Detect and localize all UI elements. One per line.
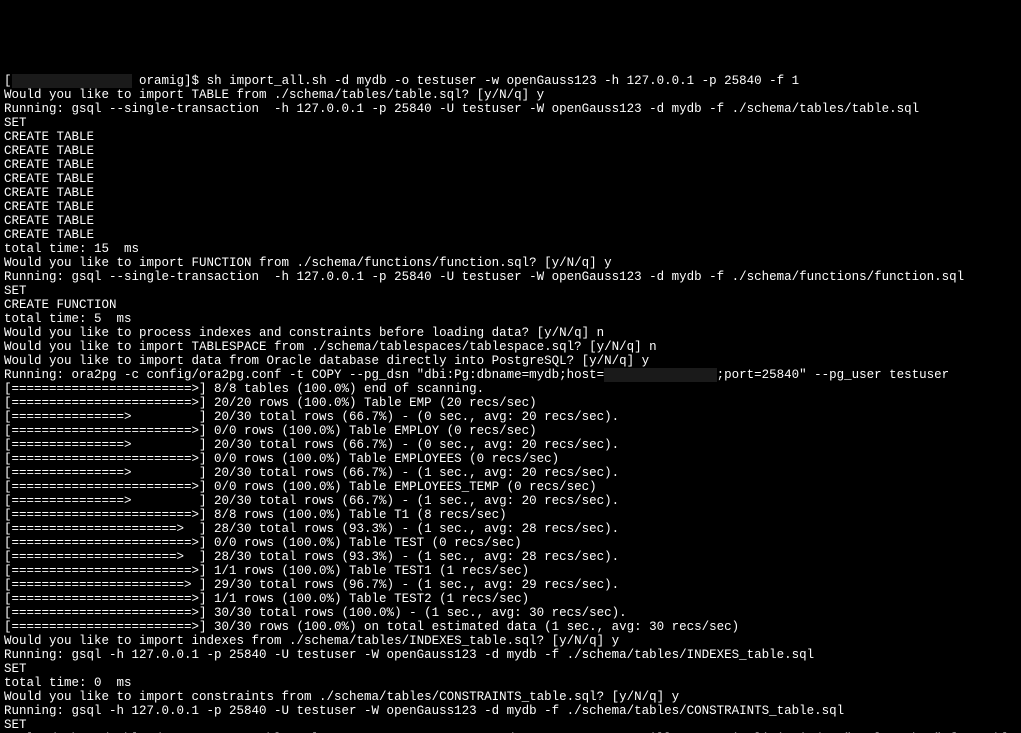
redacted-host-2 [604, 368, 717, 382]
output-line: Running: gsql -h 127.0.0.1 -p 25840 -U t… [4, 648, 1017, 662]
output-line: Would you like to import indexes from ./… [4, 634, 1017, 648]
output-line: Running: gsql -h 127.0.0.1 -p 25840 -U t… [4, 704, 1017, 718]
output-line: Would you like to import TABLE from ./sc… [4, 88, 1017, 102]
output-line: SET [4, 116, 1017, 130]
prompt-path: oramig]$ [132, 74, 207, 88]
progress-line: [========================>] 30/30 total … [4, 606, 1017, 620]
output-line: gsql:./schema/tables/CONSTRAINTS_table.s… [4, 732, 1017, 733]
output-line: Running: ora2pg -c config/ora2pg.conf -t… [4, 368, 1017, 382]
progress-line: [======================> ] 28/30 total r… [4, 522, 1017, 536]
output-line: Would you like to import constraints fro… [4, 690, 1017, 704]
output-line: CREATE TABLE [4, 214, 1017, 228]
output-line: Would you like to import TABLESPACE from… [4, 340, 1017, 354]
output-line: Would you like to process indexes and co… [4, 326, 1017, 340]
output-line: CREATE TABLE [4, 130, 1017, 144]
progress-line: [========================>] 30/30 rows (… [4, 620, 1017, 634]
output-line: CREATE TABLE [4, 228, 1017, 242]
output-line: Running: gsql --single-transaction -h 12… [4, 270, 1017, 284]
output-line: total time: 0 ms [4, 676, 1017, 690]
output-line: total time: 15 ms [4, 242, 1017, 256]
ora2pg-run-a: Running: ora2pg -c config/ora2pg.conf -t… [4, 368, 604, 382]
terminal-output[interactable]: [ oramig]$ sh import_all.sh -d mydb -o t… [0, 70, 1021, 733]
output-line: total time: 5 ms [4, 312, 1017, 326]
output-line: CREATE TABLE [4, 144, 1017, 158]
progress-line: [===============> ] 20/30 total rows (66… [4, 410, 1017, 424]
output-line: CREATE TABLE [4, 172, 1017, 186]
progress-line: [========================>] 8/8 tables (… [4, 382, 1017, 396]
output-line: SET [4, 284, 1017, 298]
progress-line: [========================>] 0/0 rows (10… [4, 480, 1017, 494]
progress-line: [========================>] 1/1 rows (10… [4, 592, 1017, 606]
output-line: CREATE TABLE [4, 186, 1017, 200]
output-line: CREATE TABLE [4, 200, 1017, 214]
progress-line: [===============> ] 20/30 total rows (66… [4, 494, 1017, 508]
output-line: CREATE FUNCTION [4, 298, 1017, 312]
progress-line: [=======================> ] 29/30 total … [4, 578, 1017, 592]
progress-line: [========================>] 8/8 rows (10… [4, 508, 1017, 522]
progress-line: [========================>] 0/0 rows (10… [4, 536, 1017, 550]
progress-line: [========================>] 0/0 rows (10… [4, 452, 1017, 466]
progress-line: [===============> ] 20/30 total rows (66… [4, 466, 1017, 480]
progress-line: [======================> ] 28/30 total r… [4, 550, 1017, 564]
redacted-host [12, 74, 132, 88]
progress-line: [===============> ] 20/30 total rows (66… [4, 438, 1017, 452]
ora2pg-run-b: ;port=25840" --pg_user testuser [717, 368, 950, 382]
output-line: Running: gsql --single-transaction -h 12… [4, 102, 1017, 116]
progress-line: [========================>] 1/1 rows (10… [4, 564, 1017, 578]
output-line: SET [4, 718, 1017, 732]
output-line: CREATE TABLE [4, 158, 1017, 172]
output-line: Would you like to import FUNCTION from .… [4, 256, 1017, 270]
command-text: sh import_all.sh -d mydb -o testuser -w … [207, 74, 800, 88]
prompt-line: [ oramig]$ sh import_all.sh -d mydb -o t… [4, 74, 1017, 88]
output-line: Would you like to import data from Oracl… [4, 354, 1017, 368]
prompt-open: [ [4, 74, 12, 88]
progress-line: [========================>] 0/0 rows (10… [4, 424, 1017, 438]
output-line: SET [4, 662, 1017, 676]
progress-line: [========================>] 20/20 rows (… [4, 396, 1017, 410]
